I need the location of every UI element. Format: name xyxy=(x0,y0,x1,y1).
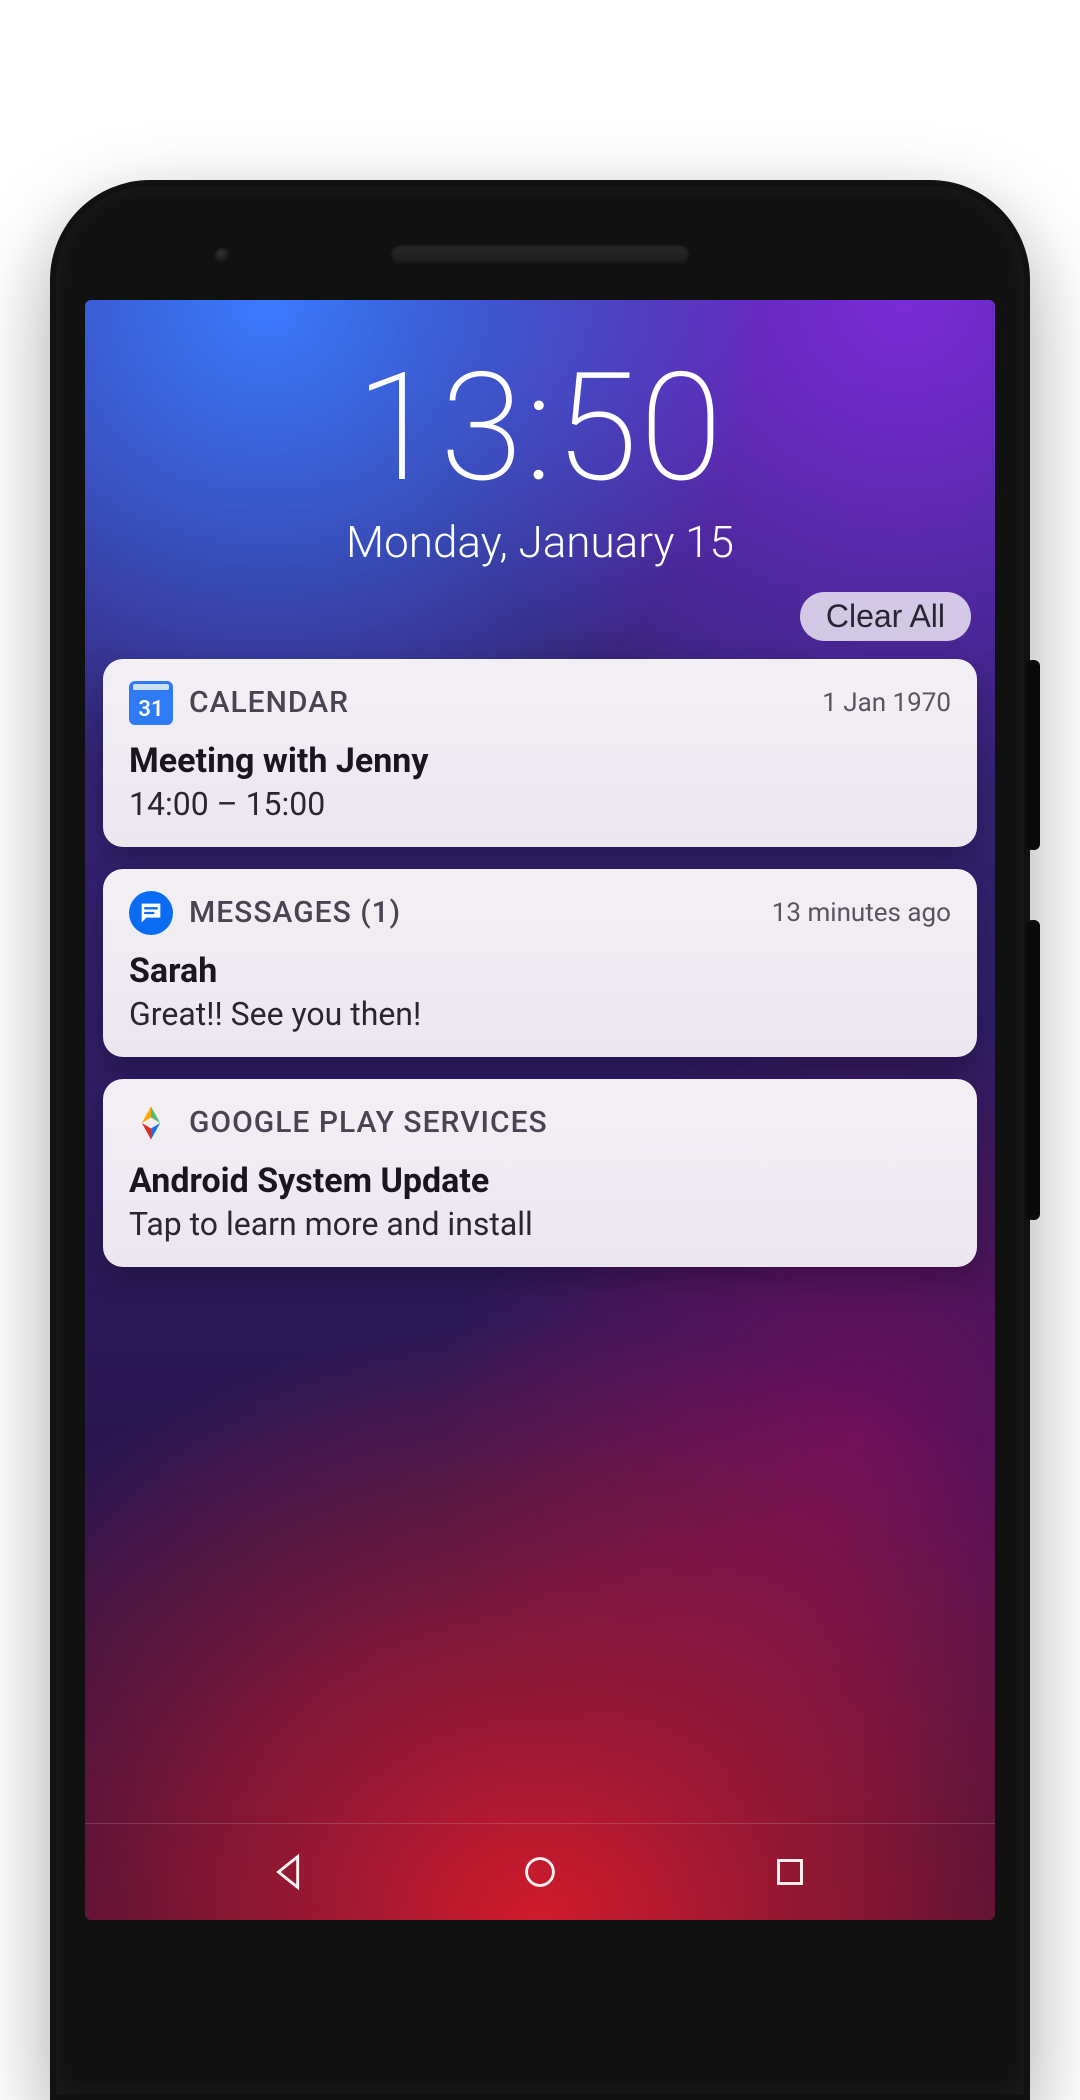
notification-body: Great!! See you then! xyxy=(129,995,951,1033)
notification-card[interactable]: 31 CALENDAR 1 Jan 1970 Meeting with Jenn… xyxy=(103,659,977,847)
notification-card[interactable]: GOOGLE PLAY SERVICES Android System Upda… xyxy=(103,1079,977,1267)
phone-top-bezel xyxy=(85,210,995,300)
notification-body: 14:00 – 15:00 xyxy=(129,785,951,823)
notification-app-name: GOOGLE PLAY SERVICES xyxy=(189,1105,548,1140)
notification-title: Sarah xyxy=(129,949,951,993)
calendar-icon-day: 31 xyxy=(129,697,173,722)
front-camera xyxy=(215,248,231,264)
lockscreen-time: 13:50 xyxy=(115,350,965,508)
notification-app-name: MESSAGES (1) xyxy=(189,895,401,930)
earpiece xyxy=(390,245,690,265)
notification-body: Tap to learn more and install xyxy=(129,1205,951,1243)
notification-card[interactable]: MESSAGES (1) 13 minutes ago Sarah Great!… xyxy=(103,869,977,1057)
notification-list: 31 CALENDAR 1 Jan 1970 Meeting with Jenn… xyxy=(85,651,995,1288)
power-button[interactable] xyxy=(1026,660,1040,850)
home-button[interactable] xyxy=(505,1837,575,1907)
navbar-divider xyxy=(85,1823,995,1824)
notification-timestamp: 1 Jan 1970 xyxy=(822,688,951,718)
recents-button[interactable] xyxy=(755,1837,825,1907)
lockscreen-date: Monday, January 15 xyxy=(115,516,965,568)
phone-frame: 13:50 Monday, January 15 Clear All 31 CA… xyxy=(50,180,1030,2100)
clear-all-button[interactable]: Clear All xyxy=(800,592,971,641)
calendar-icon: 31 xyxy=(129,681,173,725)
notification-app-name: CALENDAR xyxy=(189,685,349,720)
lockscreen-header: 13:50 Monday, January 15 xyxy=(85,300,995,578)
screen: 13:50 Monday, January 15 Clear All 31 CA… xyxy=(85,300,995,1920)
messages-icon xyxy=(129,891,173,935)
volume-button[interactable] xyxy=(1026,920,1040,1220)
back-button[interactable] xyxy=(255,1837,325,1907)
notification-title: Android System Update xyxy=(129,1159,951,1203)
android-navbar xyxy=(85,1824,995,1920)
play-services-icon xyxy=(129,1101,173,1145)
notification-title: Meeting with Jenny xyxy=(129,739,951,783)
notification-timestamp: 13 minutes ago xyxy=(772,898,951,928)
